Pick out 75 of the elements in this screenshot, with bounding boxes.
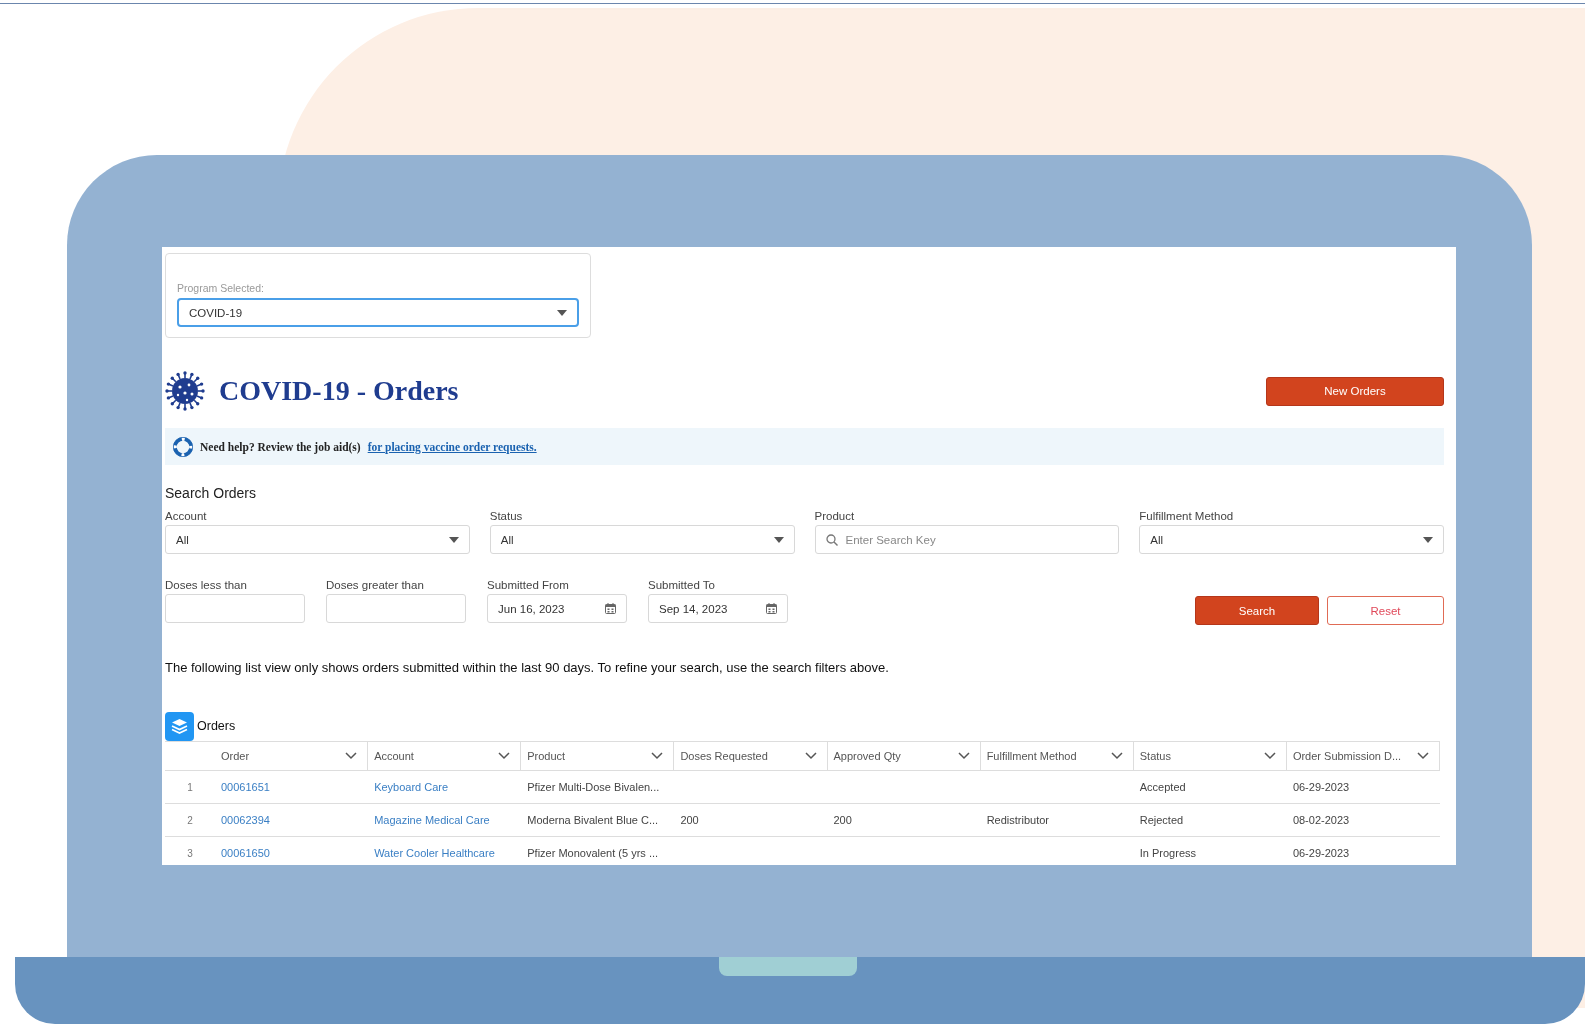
column-header[interactable]: Order [215,741,369,771]
table-cell: Moderna Bivalent Blue C... [521,804,675,837]
chevron-icon [651,752,664,760]
select-field[interactable]: All [1139,525,1444,554]
calendar-icon [766,603,777,614]
column-header[interactable]: Status [1133,741,1287,771]
caret-icon [773,536,784,543]
order-link[interactable]: 00061650 [215,837,369,865]
chevron-icon [1110,752,1123,760]
column-header[interactable]: Doses Requested [674,741,828,771]
table-cell: Rejected [1133,804,1287,837]
input-field[interactable] [326,594,466,623]
field-label: Product [814,510,856,522]
table-cell: 06-29-2023 [1286,837,1440,865]
section-title: Search Orders [165,485,258,501]
chevron-icon [804,752,817,760]
row-number: 2 [165,804,215,837]
account-link[interactable]: Keyboard Care [368,771,522,804]
table-cell: Redistributor [980,804,1134,837]
table-cell: Pfizer Monovalent (5 yrs ... [521,837,675,865]
chevron-icon [345,752,358,760]
chevron-icon [1417,752,1429,760]
input-field[interactable] [165,594,305,623]
page-title: COVID-19 - Orders [219,375,459,407]
table-cell: 08-02-2023 [1286,804,1440,837]
job-aid-link[interactable]: for placing vaccine order requests. [367,440,537,453]
date-field[interactable]: Sep 14, 2023 [648,594,788,623]
row-number: 1 [165,771,215,804]
layers-icon [165,711,194,741]
column-header[interactable]: Order Submission D... [1286,741,1440,771]
virus-icon [165,371,205,411]
reset-button[interactable]: Reset [1327,596,1444,625]
select-field[interactable]: All [165,525,470,554]
field-label: Doses greater than [326,579,425,591]
column-header[interactable]: Product [521,741,675,771]
caret-icon [557,309,567,316]
table-cell: In Progress [1133,837,1287,865]
field-label: Account [165,510,208,522]
chevron-icon [498,752,511,760]
row-number: 3 [165,837,215,865]
notice-text: The following list view only shows orders submitted within the last 90 days. To refine your search, use the search filters above. [165,660,889,675]
calendar-icon [605,603,616,614]
chevron-icon [1263,752,1276,760]
table-cell: 06-29-2023 [1286,771,1440,804]
field-label: Fulfillment Method [1139,510,1235,522]
program-select[interactable]: COVID-19 [177,298,579,327]
order-link[interactable]: 00062394 [215,804,369,837]
field-label: Status [489,510,524,522]
table-cell: 200 [674,804,828,837]
field-label: Program Selected: [177,282,265,294]
account-link[interactable]: Water Cooler Healthcare [368,837,522,865]
caret-icon [448,536,459,543]
column-header[interactable]: Approved Qty [827,741,981,771]
table-cell: 200 [827,804,981,837]
table-cell: Pfizer Multi-Dose Bivalen... [521,771,675,804]
lifebuoy-icon [173,436,193,457]
search-icon [825,533,838,546]
field-label: Submitted From [487,579,570,591]
row-number-header [165,741,215,771]
search-button[interactable]: Search [1195,596,1319,625]
select-field[interactable]: All [489,525,795,554]
date-field[interactable]: Jun 16, 2023 [487,594,627,623]
chevron-icon [957,752,970,760]
field-label: Submitted To [648,579,716,591]
account-link[interactable]: Magazine Medical Care [368,804,522,837]
help-text: Need help? Review the job aid(s) [200,440,361,453]
column-header[interactable]: Account [368,741,522,771]
caret-icon [1423,536,1433,543]
table-cell: Accepted [1133,771,1287,804]
new-orders-button[interactable]: New Orders [1266,376,1444,406]
search-field[interactable]: Enter Search Key [814,525,1120,554]
field-label: Doses less than [165,579,248,591]
order-link[interactable]: 00061651 [215,771,369,804]
column-header[interactable]: Fulfillment Method [980,741,1134,771]
table-title: Orders [197,719,236,733]
